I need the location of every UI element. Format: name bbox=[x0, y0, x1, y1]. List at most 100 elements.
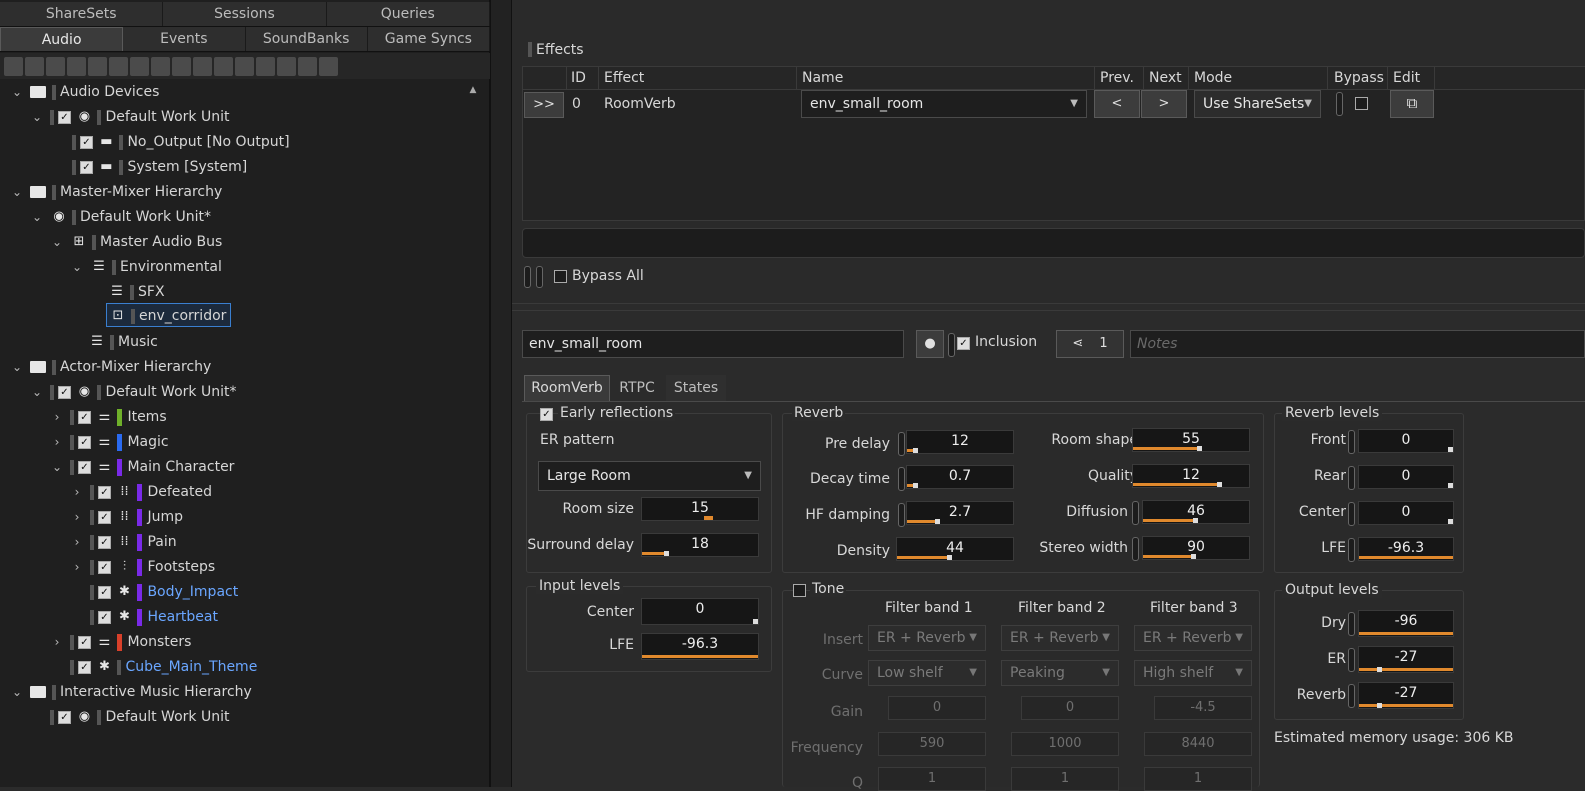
input-lfe-field[interactable]: -96.3 bbox=[641, 633, 759, 660]
prev-button[interactable]: < bbox=[1094, 90, 1140, 118]
front-rtpc[interactable] bbox=[1348, 430, 1355, 454]
bypass-all-grip[interactable] bbox=[524, 266, 531, 288]
bypass-rtpc-knob[interactable] bbox=[1336, 92, 1343, 116]
chevron-down-icon[interactable]: ⌄ bbox=[70, 255, 84, 279]
density-field[interactable]: 44 bbox=[896, 537, 1014, 561]
tree-item-footsteps[interactable]: › ✓ ⫶ Footsteps bbox=[68, 555, 215, 580]
music-switch-icon[interactable] bbox=[256, 56, 275, 76]
surround-delay-field[interactable]: 18 bbox=[641, 533, 759, 557]
input-center-field[interactable]: 0 bbox=[641, 598, 759, 625]
band1-insert-combo[interactable]: ER + Reverb ▼ bbox=[868, 625, 986, 651]
tree-item-system[interactable]: ✓ ▬ System [System] bbox=[72, 155, 247, 180]
tab-events[interactable]: Events bbox=[123, 27, 246, 51]
notes-field[interactable]: Notes bbox=[1130, 330, 1585, 358]
tab-sessions[interactable]: Sessions bbox=[163, 2, 327, 26]
diffusion-field[interactable]: 46 bbox=[1142, 500, 1250, 524]
bypass-all-rtpc-knob[interactable] bbox=[536, 266, 543, 288]
col-edit[interactable]: Edit bbox=[1393, 67, 1420, 90]
chevron-right-icon[interactable]: › bbox=[70, 480, 84, 504]
er-pattern-combo[interactable]: Large Room ▼ bbox=[538, 461, 761, 491]
col-name[interactable]: Name bbox=[802, 67, 843, 90]
bus-icon[interactable] bbox=[214, 56, 233, 76]
lfe-rtpc[interactable] bbox=[1348, 538, 1355, 562]
tab-audio[interactable]: Audio bbox=[0, 27, 124, 51]
col-prev[interactable]: Prev. bbox=[1100, 67, 1134, 90]
stereo-width-field[interactable]: 90 bbox=[1142, 536, 1250, 560]
tree-item-master-audio-bus[interactable]: ⌄ ⊞ Master Audio Bus bbox=[48, 230, 222, 255]
chevron-down-icon[interactable]: ⌄ bbox=[50, 230, 64, 254]
col-bypass[interactable]: Bypass bbox=[1334, 67, 1384, 90]
tree-item-default-work-unit[interactable]: ⌄ ✓ ◉ Default Work Unit* bbox=[28, 380, 237, 405]
tree-item-env-corridor[interactable]: ⊡ env_corridor bbox=[106, 303, 232, 327]
references-button[interactable]: ⋖ 1 bbox=[1056, 330, 1124, 358]
pre-delay-field[interactable]: 12 bbox=[906, 430, 1014, 454]
checkbox[interactable]: ✓ bbox=[58, 385, 71, 399]
chevron-right-icon[interactable]: › bbox=[50, 430, 64, 454]
tree-item-pain[interactable]: › ✓ ⁞⁞ Pain bbox=[68, 530, 177, 555]
checkbox[interactable]: ✓ bbox=[58, 710, 71, 724]
band2-frequency-field[interactable]: 1000 bbox=[1011, 732, 1119, 756]
tree-item-magic[interactable]: › ✓ ⚌ Magic bbox=[48, 430, 169, 455]
dry-rtpc[interactable] bbox=[1348, 612, 1355, 636]
tree-item-interactive-music[interactable]: ⌄ Interactive Music Hierarchy bbox=[8, 680, 252, 705]
rear-rtpc[interactable] bbox=[1348, 466, 1355, 490]
mode-combo[interactable]: Use ShareSets ▼ bbox=[1194, 90, 1321, 118]
decay-time-rtpc[interactable] bbox=[898, 467, 905, 491]
scroll-up-icon[interactable]: ▲ bbox=[466, 85, 480, 95]
er-rtpc[interactable] bbox=[1348, 648, 1355, 672]
early-reflections-checkbox[interactable]: ✓ bbox=[540, 408, 553, 421]
tree-item-no-output[interactable]: ✓ ▬ No_Output [No Output] bbox=[72, 130, 290, 155]
workunit-icon[interactable] bbox=[4, 56, 23, 76]
chevron-down-icon[interactable]: ⌄ bbox=[30, 380, 44, 404]
col-mode[interactable]: Mode bbox=[1194, 67, 1232, 90]
voice-icon[interactable] bbox=[193, 56, 212, 76]
tree-item-environmental[interactable]: ⌄ ☰ Environmental bbox=[68, 255, 222, 280]
center-field[interactable]: 0 bbox=[1358, 501, 1454, 525]
inclusion-checkbox[interactable]: ✓ bbox=[957, 337, 970, 350]
chevron-right-icon[interactable]: › bbox=[50, 630, 64, 654]
band1-curve-combo[interactable]: Low shelf ▼ bbox=[868, 660, 986, 686]
music-playlist-icon[interactable] bbox=[277, 56, 296, 76]
tree-item-jump[interactable]: › ✓ ⁞⁞ Jump bbox=[68, 505, 183, 530]
actor-mixer-icon[interactable] bbox=[67, 56, 86, 76]
music-segment-icon[interactable] bbox=[298, 56, 317, 76]
chevron-right-icon[interactable]: › bbox=[70, 505, 84, 529]
front-field[interactable]: 0 bbox=[1358, 429, 1454, 453]
chevron-down-icon[interactable]: ⌄ bbox=[10, 180, 24, 204]
tone-checkbox[interactable] bbox=[793, 584, 806, 597]
tab-soundbanks[interactable]: SoundBanks bbox=[246, 27, 368, 51]
rear-field[interactable]: 0 bbox=[1358, 465, 1454, 489]
color-palette-button[interactable]: ● bbox=[916, 330, 944, 358]
switch-container-icon[interactable] bbox=[130, 56, 149, 76]
checkbox[interactable]: ✓ bbox=[78, 660, 91, 674]
checkbox[interactable]: ✓ bbox=[98, 510, 111, 524]
decay-time-field[interactable]: 0.7 bbox=[906, 465, 1014, 489]
sequence-container-icon[interactable] bbox=[109, 56, 128, 76]
tab-rtpc[interactable]: RTPC bbox=[612, 375, 662, 401]
band2-curve-combo[interactable]: Peaking ▼ bbox=[1001, 660, 1119, 686]
checkbox[interactable]: ✓ bbox=[58, 110, 71, 124]
chevron-down-icon[interactable]: ⌄ bbox=[10, 680, 24, 704]
tree-item-cube-main-theme[interactable]: ✓ ✱ Cube_Main_Theme bbox=[70, 655, 257, 680]
reverb-output-rtpc[interactable] bbox=[1348, 684, 1355, 708]
checkbox[interactable]: ✓ bbox=[78, 460, 91, 474]
checkbox[interactable]: ✓ bbox=[78, 635, 91, 649]
band3-gain-field[interactable]: -4.5 bbox=[1154, 696, 1252, 720]
tab-roomverb[interactable]: RoomVerb bbox=[524, 375, 610, 401]
next-button[interactable]: > bbox=[1141, 90, 1187, 118]
bypass-all-checkbox[interactable] bbox=[554, 270, 567, 283]
sound-icon[interactable] bbox=[172, 56, 191, 76]
tree-item-default-work-unit[interactable]: ✓ ◉ Default Work Unit bbox=[50, 705, 229, 730]
effect-name-combo[interactable]: env_small_room ▼ bbox=[801, 90, 1087, 118]
tab-sharesets[interactable]: ShareSets bbox=[0, 2, 164, 26]
col-id[interactable]: ID bbox=[571, 67, 586, 90]
checkbox[interactable]: ✓ bbox=[98, 535, 111, 549]
pre-delay-rtpc[interactable] bbox=[898, 432, 905, 456]
bypass-checkbox[interactable] bbox=[1355, 97, 1368, 110]
hf-damping-rtpc[interactable] bbox=[898, 503, 905, 527]
tab-game-syncs[interactable]: Game Syncs bbox=[368, 27, 490, 51]
tree-item-master-mixer[interactable]: ⌄ Master-Mixer Hierarchy bbox=[8, 180, 222, 205]
chevron-right-icon[interactable]: › bbox=[50, 405, 64, 429]
diffusion-rtpc[interactable] bbox=[1132, 501, 1139, 525]
expand-effect-button[interactable]: >> bbox=[524, 92, 564, 118]
